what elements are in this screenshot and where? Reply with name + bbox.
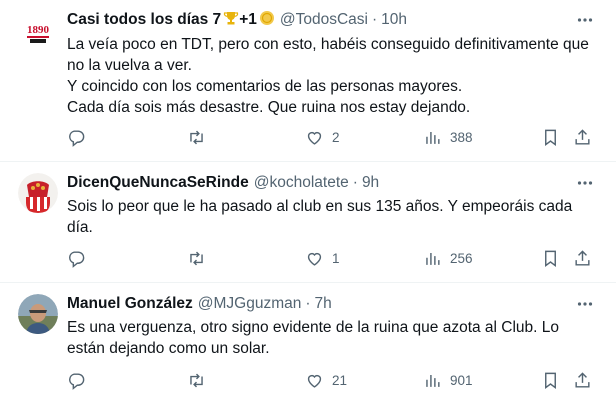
reply-button[interactable]: [67, 368, 94, 392]
share-icon: [575, 371, 590, 388]
tweet-text-line: Y coincido con los comentarios de las pe…: [67, 78, 463, 95]
tweet-text-line: Es una verguenza, otro signo evidente de…: [67, 319, 560, 336]
views-icon: [426, 252, 440, 265]
tweet[interactable]: Manuel González @MJGguzman · 7h Es una v…: [0, 283, 616, 400]
like-icon: [307, 374, 322, 388]
views-button[interactable]: 901: [423, 368, 473, 392]
repost-icon: [190, 130, 203, 144]
repost-icon: [190, 251, 203, 265]
bookmark-icon: [545, 372, 556, 389]
timestamp[interactable]: 10h: [381, 11, 407, 29]
svg-text:1890: 1890: [27, 24, 50, 36]
bookmark-button[interactable]: [541, 246, 560, 270]
more-icon[interactable]: [576, 11, 594, 29]
coin-icon: [259, 10, 275, 31]
bookmark-button[interactable]: [541, 125, 560, 149]
views-button[interactable]: 388: [423, 125, 473, 149]
reply-icon: [69, 372, 85, 390]
tweet-header: Casi todos los días 7 +1 @TodosCasi · 10…: [67, 10, 576, 30]
views-icon: [426, 131, 440, 144]
trophy-icon: [223, 10, 239, 31]
repost-icon: [190, 373, 203, 387]
like-count: 21: [332, 372, 348, 388]
like-count: 1: [332, 250, 340, 266]
action-bar: 1 256: [67, 246, 597, 270]
repost-button[interactable]: [187, 246, 214, 270]
bookmark-button[interactable]: [541, 368, 560, 392]
bookmark-icon: [545, 250, 556, 267]
author-name[interactable]: Casi todos los días 7: [67, 11, 221, 29]
separator: ·: [371, 11, 378, 28]
share-button[interactable]: [573, 246, 592, 270]
tweet-text-line: Cada día sois más desastre. Que ruina no…: [67, 99, 471, 116]
views-icon: [426, 374, 440, 387]
view-count: 388: [450, 129, 473, 145]
tweet[interactable]: DicenQueNuncaSeRinde @kocholatete · 9h S…: [0, 162, 616, 283]
separator: ·: [352, 174, 358, 191]
tweet-text: Sois lo peor que le ha pasado al club en…: [67, 196, 596, 238]
author-name-suffix: +1: [239, 11, 257, 28]
tweet-text-line: día.: [67, 219, 93, 236]
share-icon: [575, 249, 590, 266]
view-count: 901: [450, 372, 473, 388]
tweet-text-line: no la vuelva a ver.: [67, 57, 192, 74]
timestamp[interactable]: 7h: [315, 295, 332, 313]
tweet-text-line: están dejando como un solar.: [67, 340, 270, 357]
repost-button[interactable]: [187, 125, 214, 149]
separator: ·: [305, 295, 311, 312]
reply-button[interactable]: [67, 246, 94, 270]
reply-icon: [69, 250, 85, 268]
timestamp[interactable]: 9h: [362, 174, 379, 192]
tweet-header: Manuel González @MJGguzman · 7h: [67, 294, 576, 314]
reply-feed: 1890 Casi todos los días 7 +1 @TodosCasi…: [0, 0, 616, 400]
tweet-text: La veía poco en TDT, pero con esto, habé…: [67, 34, 596, 118]
avatar[interactable]: [18, 173, 58, 213]
share-button[interactable]: [573, 368, 592, 392]
like-button[interactable]: 21: [305, 368, 347, 392]
author-name[interactable]: Manuel González: [67, 295, 193, 313]
more-icon[interactable]: [576, 295, 594, 313]
like-button[interactable]: 2: [305, 125, 340, 149]
tweet-text: Es una verguenza, otro signo evidente de…: [67, 317, 596, 359]
like-icon: [307, 131, 322, 145]
more-icon[interactable]: [576, 174, 594, 192]
action-bar: 2 388: [67, 125, 597, 149]
author-handle[interactable]: @MJGguzman: [198, 295, 302, 313]
tweet-text-line: Sois lo peor que le ha pasado al club en…: [67, 198, 573, 215]
action-bar: 21 901: [67, 368, 597, 392]
view-count: 256: [450, 250, 473, 266]
avatar[interactable]: 1890: [18, 11, 58, 51]
avatar[interactable]: [18, 294, 58, 334]
bookmark-icon: [545, 129, 556, 146]
share-icon: [575, 128, 590, 145]
author-handle[interactable]: @TodosCasi: [280, 11, 368, 29]
tweet-header: DicenQueNuncaSeRinde @kocholatete · 9h: [67, 173, 576, 193]
reply-button[interactable]: [67, 125, 94, 149]
share-button[interactable]: [573, 125, 592, 149]
repost-button[interactable]: [187, 368, 214, 392]
author-handle[interactable]: @kocholatete: [254, 174, 349, 192]
reply-icon: [69, 129, 85, 147]
tweet-text-line: La veía poco en TDT, pero con esto, habé…: [67, 36, 589, 53]
like-icon: [307, 252, 322, 266]
like-button[interactable]: 1: [305, 246, 340, 270]
like-count: 2: [332, 129, 340, 145]
tweet[interactable]: 1890 Casi todos los días 7 +1 @TodosCasi…: [0, 0, 616, 162]
author-name[interactable]: DicenQueNuncaSeRinde: [67, 174, 249, 192]
views-button[interactable]: 256: [423, 246, 473, 270]
